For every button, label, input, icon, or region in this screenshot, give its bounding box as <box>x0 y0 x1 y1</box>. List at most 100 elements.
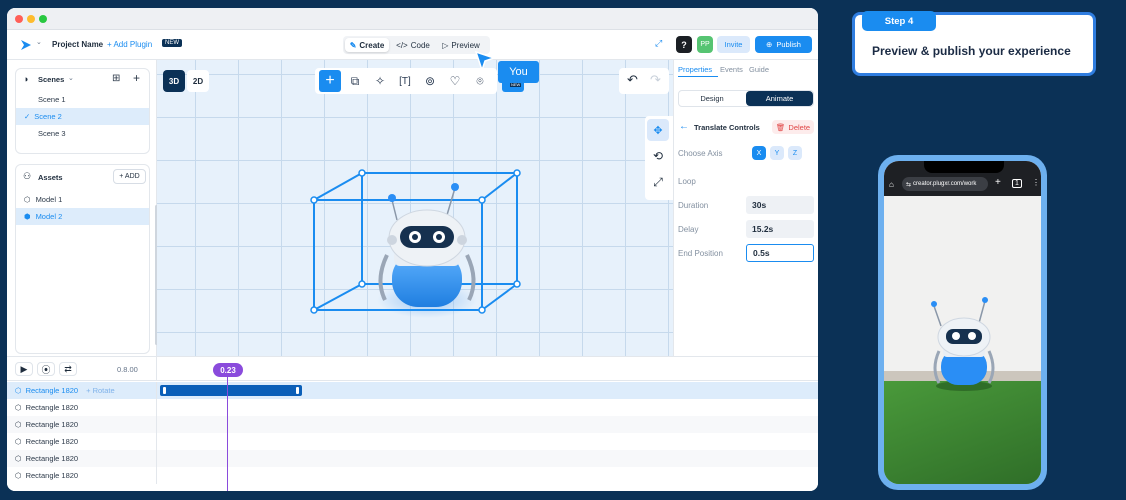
timeline-panel: ▶ ⦿ ⇄ 0.8.00 ⬡ Rectangle 1820 + Rotate ⬡ Re… <box>7 356 818 491</box>
step-badge: Step 4 <box>862 11 936 31</box>
cube-icon: ⬡ <box>15 454 22 463</box>
tab-events[interactable]: Events <box>720 65 743 74</box>
create-mode-button[interactable]: ✎ Create <box>345 38 389 52</box>
delay-field[interactable]: 15.2s <box>746 220 814 238</box>
tune-icon: ⇆ <box>906 181 912 188</box>
help-button[interactable]: ? <box>676 36 692 53</box>
clip-end-handle[interactable] <box>296 387 299 394</box>
more-icon[interactable]: ⋮ <box>1032 178 1040 187</box>
move-icon[interactable]: ✥ <box>647 119 669 141</box>
playhead-time[interactable]: 0.23 <box>213 363 243 377</box>
maximize-window-button[interactable] <box>39 15 47 23</box>
timeline-ruler[interactable] <box>157 357 818 381</box>
logo-icon[interactable] <box>19 38 33 52</box>
add-plugin-button[interactable]: + Add Plugin <box>107 40 152 49</box>
code-icon: </> <box>396 40 408 50</box>
animation-clip[interactable] <box>160 385 302 396</box>
shapes-icon[interactable]: ⧉ <box>344 70 366 92</box>
back-arrow-icon[interactable]: ← <box>679 121 689 132</box>
model-bounding-box[interactable] <box>297 160 537 330</box>
track-row[interactable]: ⬡ Rectangle 1820 <box>7 450 818 467</box>
view-2d-button[interactable]: 2D <box>187 70 209 92</box>
new-tab-icon[interactable]: + <box>995 177 1001 188</box>
cube-icon: ⬡ <box>15 437 22 446</box>
tab-guide[interactable]: Guide <box>749 65 769 74</box>
tabs-icon[interactable]: 1 <box>1012 179 1022 188</box>
play-icon[interactable]: ▶ <box>15 362 33 376</box>
avatar[interactable]: PP <box>697 36 713 53</box>
scene-item[interactable]: Scene 3 <box>16 125 149 142</box>
mode-switcher: ✎ Create </> Code ▷ Preview <box>343 36 490 54</box>
rotate-tag: + Rotate <box>86 386 115 395</box>
url-bar[interactable]: ⇆ creator.plugxr.com/work <box>902 177 988 191</box>
add-asset-button[interactable]: + ADD <box>113 169 146 184</box>
scene-item[interactable]: Scene 1 <box>16 91 149 108</box>
tab-indicator <box>678 76 718 77</box>
track-row[interactable]: ⬡ Rectangle 1820 <box>7 416 818 433</box>
track-row[interactable]: ⬡ Rectangle 1820 <box>7 467 818 484</box>
cube-icon: ⬡ <box>15 420 22 429</box>
add-folder-icon[interactable]: ⊞ <box>112 73 120 84</box>
text-tool-icon[interactable]: [T] <box>394 70 416 92</box>
assets-panel: ⚇ Assets + ADD ⬡ Model 1 ⬢ Model 2 <box>15 164 158 354</box>
cube-icon: ⬡ <box>15 403 22 412</box>
tab-properties[interactable]: Properties <box>678 65 712 74</box>
design-segment[interactable]: Design <box>679 91 745 106</box>
axis-x-button[interactable]: X <box>752 146 766 160</box>
fullscreen-icon[interactable]: ⤢ <box>655 38 662 49</box>
axis-y-button[interactable]: Y <box>770 146 784 160</box>
app-toolbar: ⌄ Project Name + Add Plugin NEW ✎ Create … <box>7 30 818 60</box>
end-position-field[interactable]: 0.5s <box>746 244 814 262</box>
add-tool-button[interactable]: + <box>319 70 341 92</box>
scene-canvas[interactable]: 3D 2D + ⧉ ✧ [T] ⊚ ♡ ⌾ NEW ↶ ↷ ✥ ⟲ ⤢ <box>157 60 673 356</box>
magic-wand-icon[interactable]: ✧ <box>369 70 391 92</box>
asset-item-selected[interactable]: ⬢ Model 2 <box>16 208 149 225</box>
chevron-down-icon[interactable]: ⌄ <box>68 74 74 82</box>
clip-start-handle[interactable] <box>163 387 166 394</box>
scenes-title[interactable]: Scenes <box>38 75 64 84</box>
code-mode-button[interactable]: </> Code <box>393 38 433 52</box>
close-window-button[interactable] <box>15 15 23 23</box>
loop-label: Loop <box>678 177 696 186</box>
add-scene-button[interactable]: + <box>133 71 140 85</box>
undo-icon[interactable]: ↶ <box>627 72 638 88</box>
robot-model[interactable] <box>378 183 476 307</box>
home-icon[interactable]: ⌂ <box>889 180 894 189</box>
minimize-window-button[interactable] <box>27 15 35 23</box>
view-3d-button[interactable]: 3D <box>163 70 185 92</box>
publish-button[interactable]: ⊕ Publish <box>755 36 812 53</box>
check-icon: ✓ <box>24 112 31 121</box>
duration-field[interactable]: 30s <box>746 196 814 214</box>
rotate-icon[interactable]: ⟲ <box>647 145 669 167</box>
cube-icon: ⬢ <box>24 212 31 221</box>
phone-screen: ⌂ ⇆ creator.plugxr.com/work + 1 ⋮ <box>884 161 1041 484</box>
end-position-label: End Position <box>678 249 723 258</box>
assets-title: Assets <box>38 173 63 182</box>
phone-preview: ⌂ ⇆ creator.plugxr.com/work + 1 ⋮ <box>878 155 1047 490</box>
track-row[interactable]: ⬡ Rectangle 1820 <box>7 433 818 450</box>
track-row[interactable]: ⬡ Rectangle 1820 <box>7 399 818 416</box>
track-row-selected[interactable]: ⬡ Rectangle 1820 + Rotate <box>7 382 818 399</box>
project-name[interactable]: Project Name <box>52 40 103 49</box>
left-sidebar: ◑ Scenes ⌄ ⊞ + Scene 1 ✓ Scene 2 Scene 3 … <box>7 60 158 356</box>
robot-ar-model <box>931 297 995 391</box>
invite-button[interactable]: Invite <box>717 36 750 53</box>
loop-icon[interactable]: ⇄ <box>59 362 77 376</box>
redo-icon[interactable]: ↷ <box>650 72 661 88</box>
ar-target-icon[interactable]: ⊚ <box>419 70 441 92</box>
scene-item-selected[interactable]: ✓ Scene 2 <box>16 108 149 125</box>
editor-window: ⌄ Project Name + Add Plugin NEW ✎ Create … <box>7 8 818 491</box>
playhead-line[interactable] <box>227 375 228 491</box>
record-icon[interactable]: ⦿ <box>37 362 55 376</box>
scale-icon[interactable]: ⤢ <box>647 171 669 193</box>
asset-item[interactable]: ⬡ Model 1 <box>16 191 149 208</box>
chevron-down-icon[interactable]: ⌄ <box>36 38 42 46</box>
lightbulb-icon[interactable]: ♡ <box>444 70 466 92</box>
delete-button[interactable]: 🗑 Delete <box>772 120 814 134</box>
pencil-icon: ✎ <box>349 40 357 50</box>
cube-icon: ⬡ <box>15 386 22 395</box>
animate-segment[interactable]: Animate <box>746 91 813 106</box>
axis-z-button[interactable]: Z <box>788 146 802 160</box>
choose-axis-label: Choose Axis <box>678 149 723 158</box>
duration-label: Duration <box>678 201 709 210</box>
